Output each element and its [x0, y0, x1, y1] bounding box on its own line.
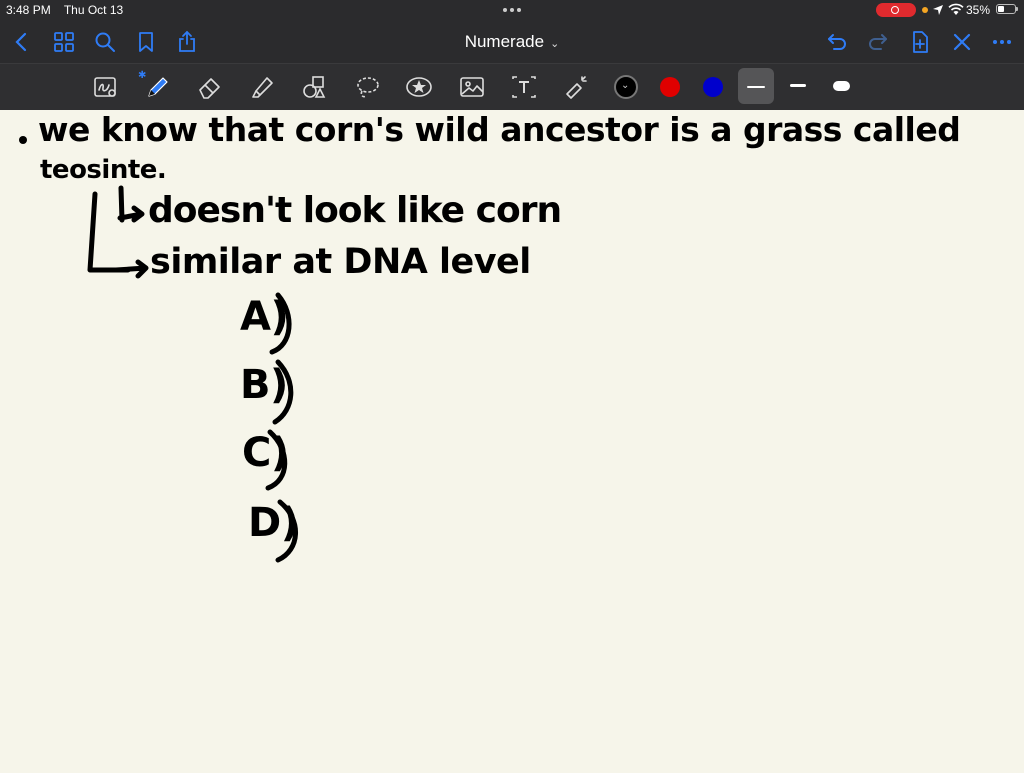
wifi-icon [948, 3, 964, 15]
screen-recording-indicator[interactable] [876, 3, 916, 17]
status-date: Thu Oct 13 [63, 3, 124, 17]
chevron-down-icon: ⌄ [621, 80, 630, 91]
color-swatch-blue[interactable] [703, 77, 723, 97]
laser-pointer-icon[interactable] [562, 73, 590, 101]
stroke-width-thick[interactable] [833, 81, 850, 91]
more-options-icon[interactable] [990, 30, 1014, 54]
option-b: B) [240, 362, 288, 408]
battery-icon [996, 4, 1018, 14]
status-bar: 3:48 PM Thu Oct 13 35% [0, 0, 1024, 20]
multitasking-dots-icon[interactable] [500, 2, 524, 18]
note-sub-1: doesn't look like corn [148, 190, 562, 231]
add-page-icon[interactable] [908, 30, 932, 54]
note-line-2: teosinte. [40, 155, 167, 185]
note-canvas[interactable]: we know that corn's wild ancestor is a g… [0, 110, 1024, 768]
note-line-1: we know that corn's wild ancestor is a g… [38, 110, 961, 149]
arrow-1 [117, 185, 145, 223]
option-d: D) [248, 500, 299, 546]
stroke-width-thin-line[interactable] [747, 86, 765, 88]
status-time: 3:48 PM [6, 3, 51, 17]
color-swatch-black[interactable]: ⌄ [614, 75, 638, 99]
battery-percent: 35% [966, 3, 991, 17]
arrow-2 [113, 259, 149, 279]
bullet-dot [19, 136, 27, 144]
location-icon [933, 5, 943, 15]
handwriting-zoom-icon[interactable] [92, 73, 120, 101]
color-swatch-red[interactable] [660, 77, 680, 97]
option-c: C) [242, 430, 289, 476]
undo-icon[interactable] [825, 30, 849, 54]
stroke-width-medium[interactable] [790, 84, 806, 87]
drawing-toolbar: ✱ [0, 64, 1024, 110]
close-icon[interactable] [950, 30, 974, 54]
note-sub-2: similar at DNA level [150, 242, 531, 282]
lasso-tool-icon[interactable] [354, 73, 382, 101]
shapes-tool-icon[interactable] [300, 73, 328, 101]
pen-tool-icon[interactable] [143, 73, 171, 101]
redo-icon[interactable] [866, 30, 890, 54]
highlighter-tool-icon[interactable] [248, 73, 276, 101]
privacy-dot-icon [922, 7, 928, 13]
navigation-bar: Numerade ⌄ [0, 20, 1024, 64]
elements-star-icon[interactable] [405, 73, 433, 101]
chevron-down-icon[interactable]: ⌄ [550, 38, 559, 50]
option-a: A) [240, 294, 289, 340]
eraser-tool-icon[interactable] [196, 73, 224, 101]
text-tool-icon[interactable] [510, 73, 538, 101]
image-tool-icon[interactable] [458, 73, 486, 101]
